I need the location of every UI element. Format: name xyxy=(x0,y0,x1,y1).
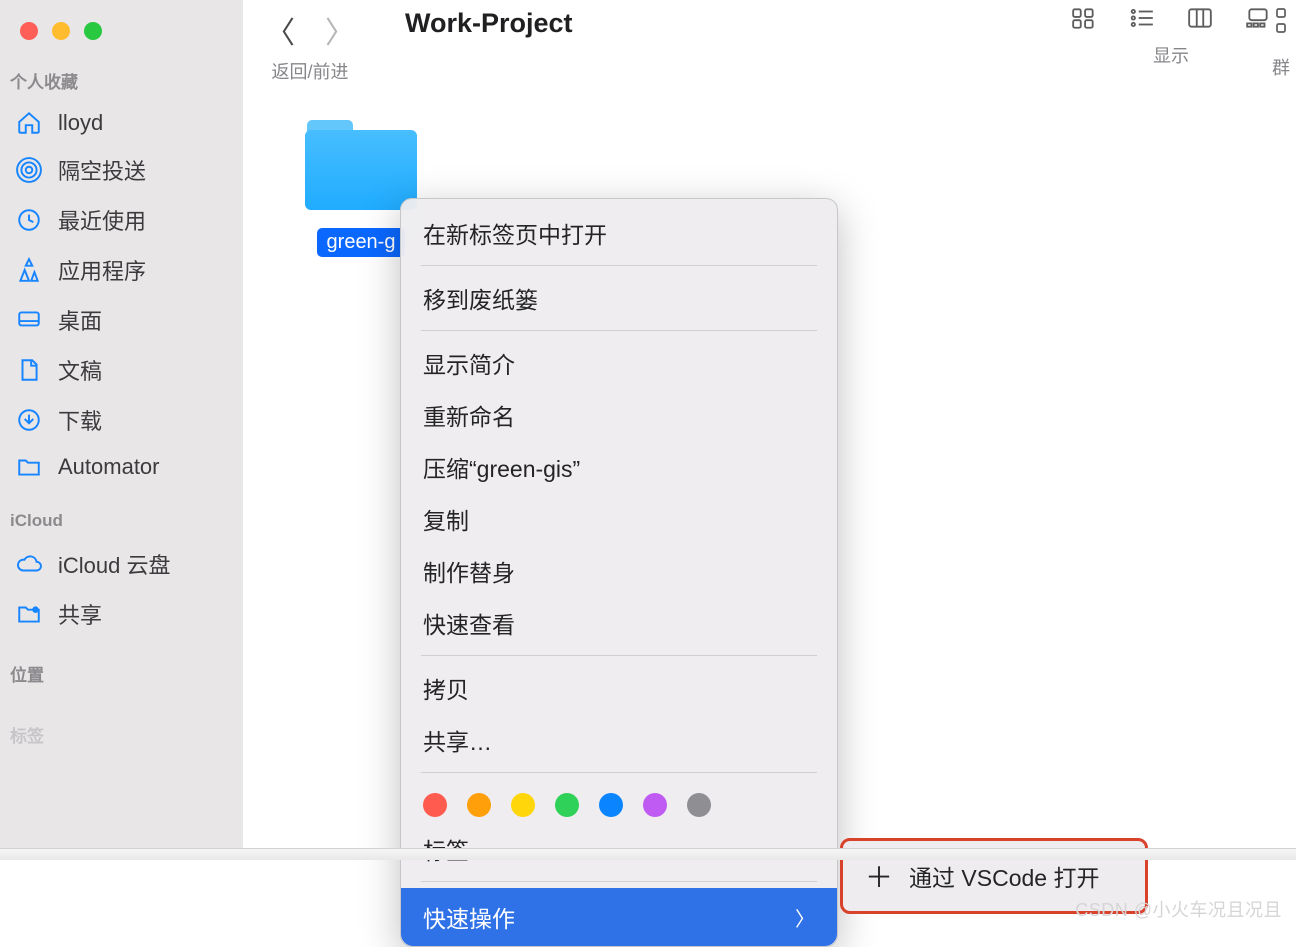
sidebar-item-applications[interactable]: 应用程序 xyxy=(0,245,243,295)
menu-compress[interactable]: 压缩“green-gis” xyxy=(421,441,817,493)
sidebar-item-label: 共享 xyxy=(58,598,102,630)
sidebar-item-downloads[interactable]: 下载 xyxy=(0,395,243,445)
sidebar-item-label: 文稿 xyxy=(58,354,102,386)
menu-separator xyxy=(421,330,817,331)
desktop-icon xyxy=(14,307,44,333)
tag-color-3[interactable] xyxy=(555,793,579,817)
sidebar-item-icloud-drive[interactable]: iCloud 云盘 xyxy=(0,539,243,589)
forward-button[interactable]: 〉 xyxy=(325,8,355,52)
sidebar-item-recents[interactable]: 最近使用 xyxy=(0,195,243,245)
bottom-bar xyxy=(0,848,1296,860)
menu-copy[interactable]: 拷贝 xyxy=(421,662,817,714)
sidebar-item-label: 桌面 xyxy=(58,304,102,336)
sidebar-item-label: 隔空投送 xyxy=(58,154,146,186)
menu-move-to-trash[interactable]: 移到废纸篓 xyxy=(421,272,817,324)
context-menu: 在新标签页中打开 移到废纸篓 显示简介 重新命名 压缩“green-gis” 复… xyxy=(400,198,838,947)
sidebar-section-icloud: iCloud xyxy=(0,511,243,539)
tag-color-row xyxy=(401,779,837,823)
sidebar-item-label: 应用程序 xyxy=(58,254,146,286)
folder-icon xyxy=(301,114,421,214)
menu-share[interactable]: 共享… xyxy=(421,714,817,766)
chevron-right-icon: 〉 xyxy=(795,903,815,932)
menu-open-new-tab[interactable]: 在新标签页中打开 xyxy=(421,207,817,259)
sidebar-section-locations: 位置 xyxy=(0,661,243,694)
sidebar-item-label: iCloud 云盘 xyxy=(58,548,170,580)
groups-label-partial: 群 xyxy=(1272,54,1290,80)
sidebar-item-label: Automator xyxy=(58,454,160,480)
menu-quick-look[interactable]: 快速查看 xyxy=(421,597,817,649)
document-icon xyxy=(14,357,44,383)
house-icon xyxy=(14,110,44,136)
menu-separator xyxy=(421,772,817,773)
cloud-icon xyxy=(14,551,44,577)
submenu-open-vscode[interactable]: 通过 VSCode 打开 xyxy=(909,859,1099,893)
menu-get-info[interactable]: 显示简介 xyxy=(421,337,817,389)
menu-make-alias[interactable]: 制作替身 xyxy=(421,545,817,597)
minimize-window-button[interactable] xyxy=(52,22,70,40)
menu-separator xyxy=(421,265,817,266)
sidebar-item-documents[interactable]: 文稿 xyxy=(0,345,243,395)
view-icons-button[interactable] xyxy=(1068,6,1100,30)
airdrop-icon xyxy=(14,157,44,183)
tag-color-0[interactable] xyxy=(423,793,447,817)
menu-quick-actions-label: 快速操作 xyxy=(423,900,515,934)
tag-color-2[interactable] xyxy=(511,793,535,817)
sidebar-item-airdrop[interactable]: 隔空投送 xyxy=(0,145,243,195)
clock-icon xyxy=(14,207,44,233)
menu-duplicate[interactable]: 复制 xyxy=(421,493,817,545)
sidebar-section-favorites: 个人收藏 xyxy=(0,68,243,101)
folder-icon xyxy=(14,454,44,480)
view-label: 显示 xyxy=(1153,42,1189,68)
window-controls xyxy=(0,10,243,68)
menu-separator xyxy=(421,881,817,882)
plus-icon: ＋ xyxy=(865,856,893,896)
applications-icon xyxy=(14,257,44,283)
tag-color-4[interactable] xyxy=(599,793,623,817)
menu-separator xyxy=(421,655,817,656)
view-columns-button[interactable] xyxy=(1184,6,1216,30)
sidebar-item-shared[interactable]: 共享 xyxy=(0,589,243,639)
sidebar-item-label: 下载 xyxy=(58,404,102,436)
sidebar-section-tags: 标签 xyxy=(0,722,243,755)
tag-color-5[interactable] xyxy=(643,793,667,817)
shared-folder-icon xyxy=(14,601,44,627)
menu-rename[interactable]: 重新命名 xyxy=(421,389,817,441)
sidebar-item-label: lloyd xyxy=(58,110,103,136)
back-button[interactable]: 〈 xyxy=(265,8,295,52)
sidebar-item-home[interactable]: lloyd xyxy=(0,101,243,145)
groups-button-partial[interactable] xyxy=(1270,6,1292,41)
nav-label: 返回/前进 xyxy=(271,58,348,84)
sidebar-item-automator[interactable]: Automator xyxy=(0,445,243,489)
sidebar: 个人收藏 lloyd 隔空投送 最近使用 应用程序 桌面 文稿 下载 xyxy=(0,0,243,848)
view-list-button[interactable] xyxy=(1126,6,1158,30)
tag-color-1[interactable] xyxy=(467,793,491,817)
tag-color-6[interactable] xyxy=(687,793,711,817)
sidebar-item-desktop[interactable]: 桌面 xyxy=(0,295,243,345)
close-window-button[interactable] xyxy=(20,22,38,40)
maximize-window-button[interactable] xyxy=(84,22,102,40)
download-icon xyxy=(14,407,44,433)
folder-label: green-g xyxy=(317,228,406,257)
watermark: CSDN @小火车况且况且 xyxy=(1075,896,1282,922)
window-title: Work-Project xyxy=(405,6,573,39)
toolbar: 〈 〉 返回/前进 Work-Project 显示 xyxy=(243,0,1296,84)
menu-quick-actions[interactable]: 快速操作 〉 xyxy=(401,888,837,946)
sidebar-item-label: 最近使用 xyxy=(58,204,146,236)
